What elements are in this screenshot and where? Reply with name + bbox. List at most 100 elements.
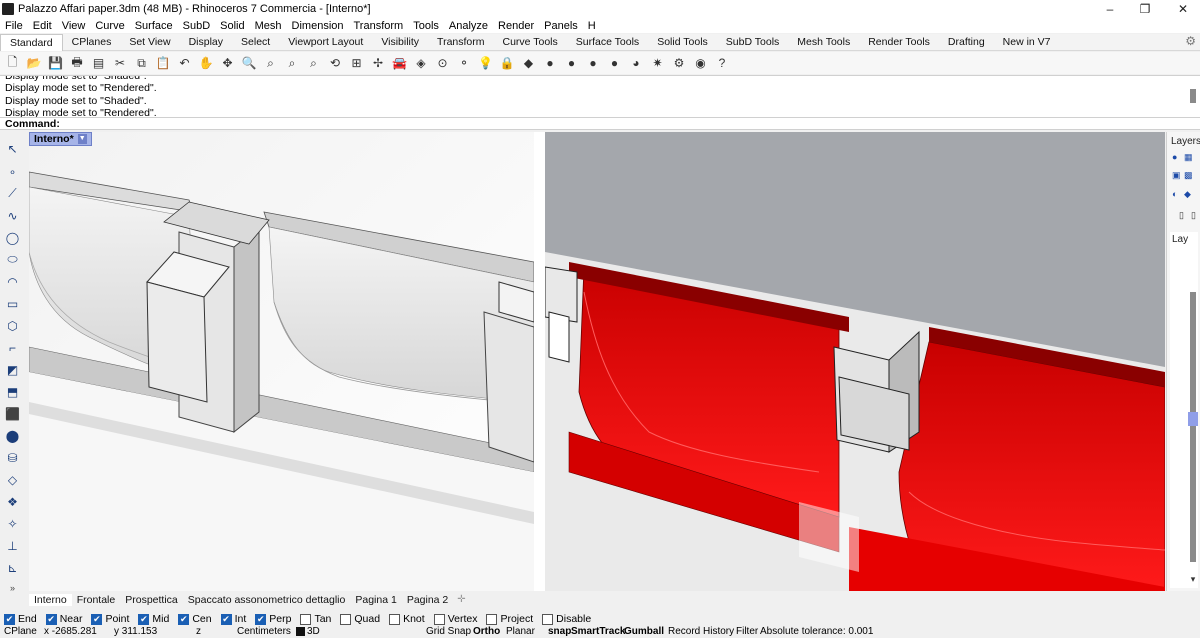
menu-solid[interactable]: Solid (215, 20, 249, 32)
menu-surface[interactable]: Surface (130, 20, 178, 32)
zoom-window-icon[interactable]: ⌕ (262, 55, 279, 72)
tab-drafting[interactable]: Drafting (939, 34, 994, 51)
tab-render-tools[interactable]: Render Tools (859, 34, 939, 51)
checkbox-icon[interactable] (542, 613, 554, 625)
checkbox-icon[interactable] (340, 613, 352, 625)
surface-icon[interactable]: ◩ (4, 361, 21, 378)
status-units[interactable]: Centimeters (237, 626, 291, 638)
paste-icon[interactable]: 📋 (155, 55, 172, 72)
menu-panels[interactable]: Panels (539, 20, 583, 32)
zoom-icon[interactable]: 🔍 (241, 55, 258, 72)
status-grid-snap[interactable]: Grid Snap (426, 626, 471, 638)
tab-curve-tools[interactable]: Curve Tools (494, 34, 567, 51)
osnap-near[interactable]: ✔ Near (42, 613, 82, 625)
tab-transform[interactable]: Transform (428, 34, 493, 51)
menu-dimension[interactable]: Dimension (287, 20, 349, 32)
osnap-knot[interactable]: Knot (385, 613, 425, 625)
tab-visibility[interactable]: Visibility (372, 34, 428, 51)
circle-icon[interactable]: ◯ (4, 229, 21, 246)
layer-list-scrollbar[interactable]: ▾ (1188, 232, 1198, 588)
close-icon[interactable]: ✕ (1168, 0, 1198, 18)
select-arrow-icon[interactable]: ↖ (4, 140, 21, 157)
properties-icon[interactable]: ▤ (90, 55, 107, 72)
cut-icon[interactable]: ✂ (112, 55, 129, 72)
rendered-sphere-icon[interactable]: ● (563, 55, 580, 72)
folder-icon[interactable]: ▣ (1172, 170, 1182, 180)
undo-view-icon[interactable]: ⟲ (327, 55, 344, 72)
viewport-tab-pagina-2[interactable]: Pagina 2 (402, 594, 453, 606)
osnap-vertex[interactable]: Vertex (430, 613, 477, 625)
layer-filter-icon[interactable]: ▦ (1184, 152, 1194, 162)
mesh-icon[interactable]: ◇ (4, 471, 21, 488)
status-filter[interactable]: Filter (736, 626, 758, 638)
sun-icon[interactable]: ✷ (649, 55, 666, 72)
move-icon[interactable]: ✢ (370, 55, 387, 72)
checkbox-icon[interactable]: ✔ (45, 613, 57, 625)
osnap-point[interactable]: ✔ Point (87, 613, 129, 625)
tab-set-view[interactable]: Set View (120, 34, 179, 51)
curve-icon[interactable]: ∿ (4, 207, 21, 224)
shaded-sphere-icon[interactable]: ● (542, 55, 559, 72)
open-file-icon[interactable]: 📂 (26, 55, 43, 72)
checkbox-icon[interactable] (433, 613, 445, 625)
new-layer-icon[interactable]: ● (1172, 152, 1182, 162)
add-viewport-icon[interactable]: ✛ (453, 594, 465, 605)
osnap-int[interactable]: ✔ Int (217, 613, 246, 625)
checkbox-icon[interactable]: ✔ (255, 613, 267, 625)
menu-view[interactable]: View (57, 20, 91, 32)
copy-icon[interactable]: ⧉ (133, 55, 150, 72)
viewport-tab-spaccato[interactable]: Spaccato assonometrico dettaglio (183, 594, 351, 606)
menu-analyze[interactable]: Analyze (444, 20, 493, 32)
new-file-icon[interactable]: 🗋 (4, 55, 21, 72)
menu-transform[interactable]: Transform (349, 20, 409, 32)
tab-mesh-tools[interactable]: Mesh Tools (788, 34, 859, 51)
layer-list[interactable]: Lay ▾ (1170, 232, 1198, 588)
rotate-view-icon[interactable]: ✥ (219, 55, 236, 72)
help-icon[interactable]: ? (714, 55, 731, 72)
pan-icon[interactable]: ✋ (198, 55, 215, 72)
osnap-perp[interactable]: ✔ Perp (251, 613, 291, 625)
tab-subd-tools[interactable]: SubD Tools (717, 34, 789, 51)
dimension-icon[interactable]: ⊥ (4, 537, 21, 554)
viewport-interno[interactable]: Interno* ▼ (29, 132, 1165, 591)
command-history[interactable]: Display mode set to "Shaded". Display mo… (0, 75, 1200, 119)
checkbox-icon[interactable]: ✔ (91, 613, 103, 625)
osnap-disable[interactable]: Disable (538, 613, 591, 625)
osnap-cen[interactable]: ✔ Cen (174, 613, 212, 625)
menu-edit[interactable]: Edit (28, 20, 57, 32)
layer-color-icon[interactable]: ◆ (520, 55, 537, 72)
tab-viewport-layout[interactable]: Viewport Layout (279, 34, 372, 51)
new-document-icon[interactable]: ▯ (1179, 210, 1189, 220)
cylinder-icon[interactable]: ⛁ (4, 449, 21, 466)
ellipse-icon[interactable]: ⬭ (4, 251, 21, 268)
status-gumball[interactable]: Gumball (624, 626, 664, 638)
osnap-mid[interactable]: ✔ Mid (134, 613, 169, 625)
osnap-quad[interactable]: Quad (336, 613, 380, 625)
box-icon[interactable]: ⬛ (4, 405, 21, 422)
car-icon[interactable]: 🚘 (391, 55, 408, 72)
extrude-icon[interactable]: ⬒ (4, 383, 21, 400)
tab-new-in-v7[interactable]: New in V7 (994, 34, 1060, 51)
checkbox-icon[interactable]: ✔ (178, 613, 190, 625)
status-osnap[interactable]: snap (548, 626, 571, 638)
viewport-tab-pagina-1[interactable]: Pagina 1 (350, 594, 401, 606)
undo-icon[interactable]: ↶ (176, 55, 193, 72)
tab-standard[interactable]: Standard (0, 33, 63, 51)
status-cplane[interactable]: CPlane (4, 626, 37, 638)
fillet-icon[interactable]: ⌐ (4, 339, 21, 356)
tab-select[interactable]: Select (232, 34, 279, 51)
tab-solid-tools[interactable]: Solid Tools (648, 34, 717, 51)
zoom-selected-icon[interactable]: ⌕ (305, 55, 322, 72)
tab-cplanes[interactable]: CPlanes (63, 34, 121, 51)
viewport-layout-icon[interactable]: ⊞ (348, 55, 365, 72)
checkbox-icon[interactable] (300, 613, 312, 625)
material-icon[interactable]: ◐ (1172, 189, 1182, 199)
image-icon[interactable]: ▩ (1184, 170, 1194, 180)
command-prompt[interactable]: Command: (0, 117, 1200, 130)
checkbox-icon[interactable]: ✔ (4, 613, 15, 625)
menu-tools[interactable]: Tools (408, 20, 444, 32)
osnap-end[interactable]: ✔ End (0, 613, 37, 625)
status-record-history[interactable]: Record History (668, 626, 734, 638)
arc-icon[interactable]: ◠ (4, 273, 21, 290)
color-icon[interactable]: ◆ (1184, 189, 1194, 199)
